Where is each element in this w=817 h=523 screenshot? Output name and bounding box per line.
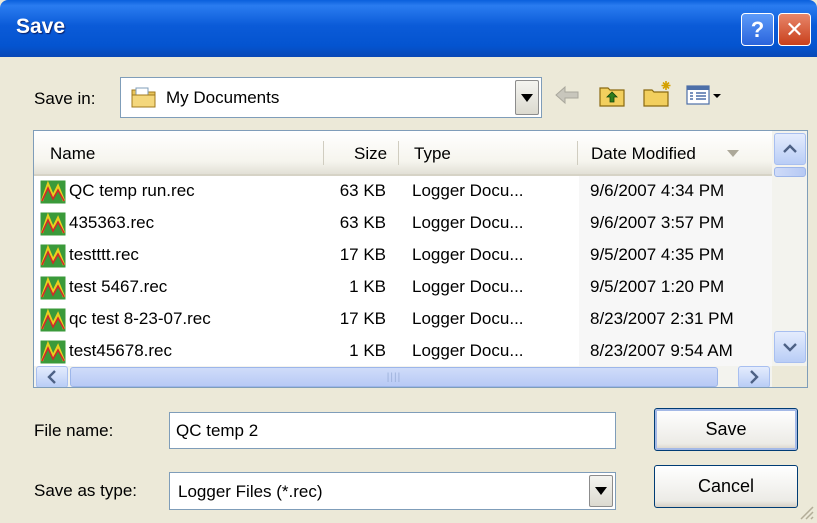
logger-file-icon <box>40 276 66 300</box>
file-size-cell: 63 KB <box>339 213 386 232</box>
sort-descending-icon <box>727 150 739 157</box>
table-row[interactable]: qc test 8-23-07.rec 17 KB Logger Docu... 8/… <box>34 304 772 337</box>
scroll-right-button[interactable] <box>738 366 770 387</box>
save-as-type-dropdown[interactable]: Logger Files (*.rec) <box>169 472 616 510</box>
window-title: Save <box>16 15 66 38</box>
file-name-cell: testttt.rec <box>69 245 139 264</box>
scrollbar-corner <box>772 366 807 387</box>
table-row[interactable]: test45678.rec 1 KB Logger Docu... 8/23/2007… <box>34 336 772 369</box>
file-name-cell: 435363.rec <box>69 213 155 232</box>
grip-lines-icon: |||| <box>386 371 402 383</box>
table-row[interactable]: 435363.rec 63 KB Logger Docu... 9/6/2007 3:… <box>34 208 772 241</box>
column-header-type[interactable]: Type <box>414 144 451 164</box>
column-divider[interactable] <box>577 141 578 165</box>
title-bar[interactable]: Save ? ✕ <box>0 0 817 57</box>
logger-file-icon <box>40 340 66 364</box>
vertical-scroll-thumb[interactable] <box>774 167 806 177</box>
file-size-cell: 1 KB <box>349 341 386 360</box>
file-type-cell: Logger Docu... <box>412 341 524 360</box>
table-row[interactable]: test 5467.rec 1 KB Logger Docu... 9/5/2007 … <box>34 272 772 305</box>
save-in-dropdown[interactable]: My Documents <box>120 77 542 118</box>
my-documents-folder-icon <box>131 87 156 108</box>
save-in-value: My Documents <box>166 88 280 107</box>
file-name-cell: qc test 8-23-07.rec <box>69 309 211 328</box>
scroll-down-button[interactable] <box>774 331 806 363</box>
list-header: Name Size Type Date Modified <box>34 131 772 176</box>
scroll-up-button[interactable] <box>774 133 806 165</box>
file-date-cell: 9/5/2007 4:35 PM <box>590 245 725 264</box>
column-divider[interactable] <box>323 141 324 165</box>
logger-file-icon <box>40 212 66 236</box>
up-one-level-icon[interactable] <box>598 82 626 108</box>
file-type-cell: Logger Docu... <box>412 277 524 296</box>
file-type-cell: Logger Docu... <box>412 245 524 264</box>
save-in-label: Save in: <box>34 89 96 108</box>
views-menu-icon[interactable] <box>686 84 724 106</box>
file-name-cell: test45678.rec <box>69 341 173 360</box>
logger-file-icon <box>40 244 66 268</box>
column-header-name[interactable]: Name <box>50 144 95 164</box>
help-icon: ? <box>750 16 765 42</box>
logger-file-icon <box>40 180 66 204</box>
file-date-cell: 9/5/2007 1:20 PM <box>590 277 725 296</box>
new-folder-icon[interactable] <box>642 80 674 108</box>
file-date-cell: 8/23/2007 2:31 PM <box>590 309 734 328</box>
save-as-type-dropdown-button[interactable] <box>589 475 613 507</box>
scroll-left-button[interactable] <box>36 366 68 387</box>
close-button[interactable]: ✕ <box>778 13 811 46</box>
file-list[interactable]: Name Size Type Date Modified QC temp run… <box>33 130 808 388</box>
save-in-dropdown-button[interactable] <box>515 80 539 115</box>
close-icon: ✕ <box>785 16 804 42</box>
file-size-cell: 17 KB <box>339 245 386 264</box>
column-divider[interactable] <box>398 141 399 165</box>
file-date-cell: 9/6/2007 4:34 PM <box>590 181 725 200</box>
help-button[interactable]: ? <box>741 13 774 46</box>
file-type-cell: Logger Docu... <box>412 213 524 232</box>
table-row[interactable]: testttt.rec 17 KB Logger Docu... 9/5/2007 4… <box>34 240 772 273</box>
chevron-down-icon <box>783 343 797 352</box>
column-header-date-modified[interactable]: Date Modified <box>591 144 696 164</box>
file-type-cell: Logger Docu... <box>412 309 524 328</box>
file-date-cell: 9/6/2007 3:57 PM <box>590 213 725 232</box>
back-arrow-icon[interactable] <box>554 85 580 105</box>
horizontal-scrollbar[interactable]: |||| <box>34 366 772 387</box>
file-size-cell: 1 KB <box>349 277 386 296</box>
file-size-cell: 63 KB <box>339 181 386 200</box>
chevron-down-icon <box>595 487 607 495</box>
save-button[interactable]: Save <box>654 408 798 451</box>
file-type-cell: Logger Docu... <box>412 181 524 200</box>
file-name-cell: test 5467.rec <box>69 277 168 296</box>
save-as-type-value: Logger Files (*.rec) <box>178 482 323 501</box>
file-date-cell: 8/23/2007 9:54 AM <box>590 341 733 360</box>
chevron-left-icon <box>47 370 56 384</box>
file-name-cell: QC temp run.rec <box>69 181 195 200</box>
save-as-type-label: Save as type: <box>34 481 138 500</box>
file-name-input[interactable] <box>169 412 616 449</box>
file-size-cell: 17 KB <box>339 309 386 328</box>
cancel-button[interactable]: Cancel <box>654 465 798 508</box>
column-header-size[interactable]: Size <box>354 144 387 164</box>
chevron-right-icon <box>750 370 759 384</box>
table-row[interactable]: QC temp run.rec 63 KB Logger Docu... 9/6/20… <box>34 176 772 209</box>
chevron-down-icon <box>521 93 533 102</box>
logger-file-icon <box>40 308 66 332</box>
resize-grip-icon[interactable] <box>796 502 814 520</box>
file-name-label: File name: <box>34 421 114 440</box>
vertical-scrollbar[interactable] <box>772 131 807 366</box>
horizontal-scroll-thumb[interactable]: |||| <box>70 367 718 387</box>
chevron-up-icon <box>783 144 797 153</box>
